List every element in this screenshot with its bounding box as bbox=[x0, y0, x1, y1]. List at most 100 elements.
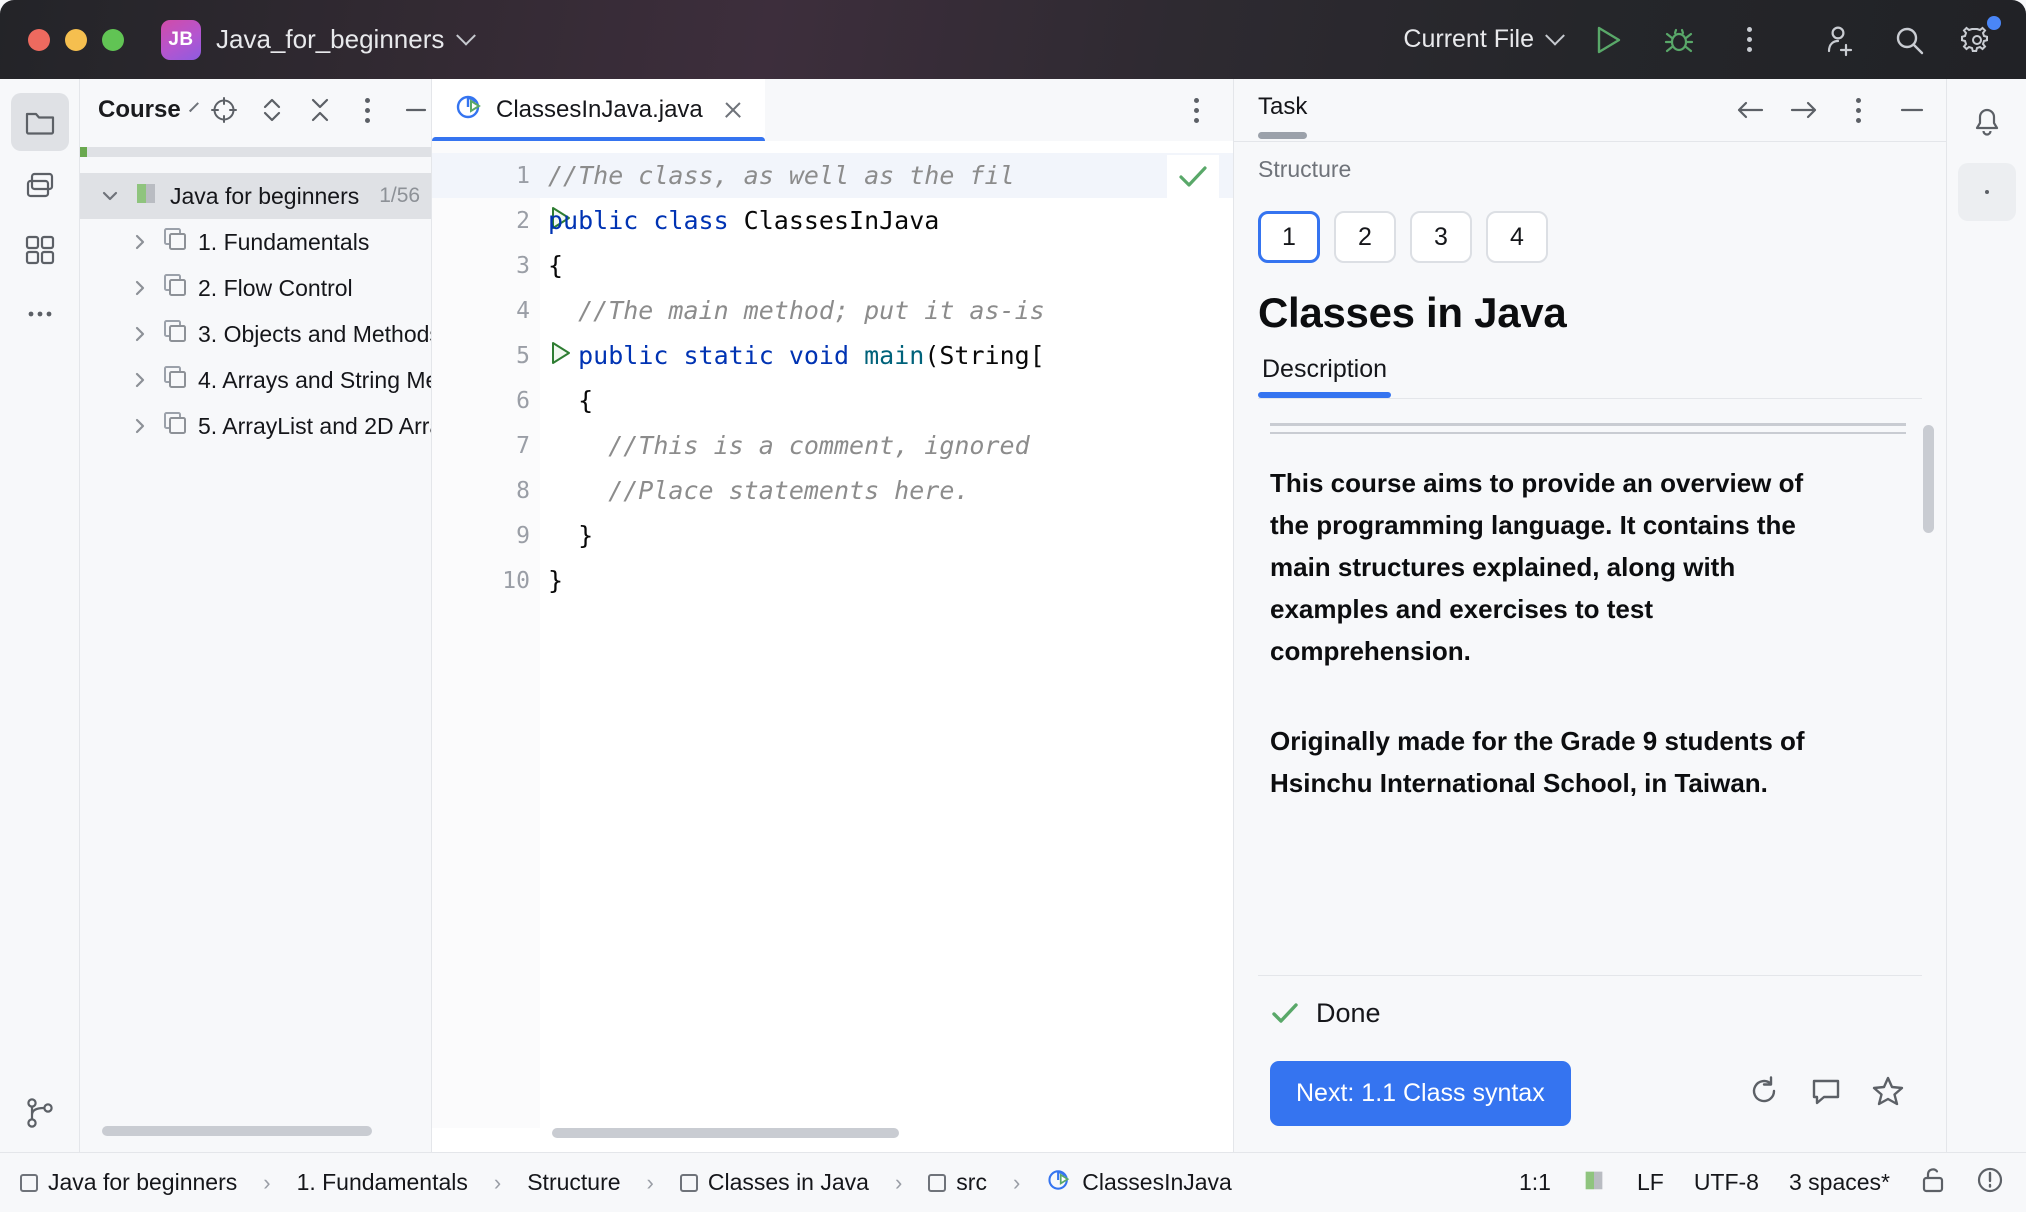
tree-row-lesson[interactable]: 2. Flow Control bbox=[80, 265, 431, 311]
code-line[interactable]: } bbox=[540, 558, 1233, 603]
minimize-window-button[interactable] bbox=[65, 28, 87, 51]
gutter-line[interactable]: 5 bbox=[432, 333, 570, 378]
gutter-line[interactable]: 9 bbox=[432, 513, 540, 558]
select-opened-file-button[interactable] bbox=[205, 91, 243, 129]
chevron-right-icon[interactable] bbox=[128, 325, 152, 343]
code-line[interactable]: public static void main (String[ bbox=[540, 333, 1233, 378]
tree-item-label: 4. Arrays and String Metho bbox=[198, 366, 431, 393]
read-only-toggle[interactable] bbox=[1920, 1166, 1946, 1200]
code-line[interactable]: //Place statements here. bbox=[540, 468, 1233, 513]
code-line[interactable]: //This is a comment, ignored bbox=[540, 423, 1233, 468]
project-selector[interactable]: JB Java_for_beginners bbox=[161, 19, 477, 60]
gutter-line[interactable]: 3 bbox=[432, 243, 540, 288]
tree-row-course-root[interactable]: Java for beginners 1/56 bbox=[80, 173, 431, 219]
code-editor[interactable]: 1 2 3 4 5 6 7 8 9 10 //The class, as well as the … bbox=[432, 141, 1233, 1128]
hide-panel-button[interactable] bbox=[397, 91, 435, 129]
task-vscrollbar[interactable] bbox=[1923, 425, 1934, 533]
tree-row-lesson[interactable]: 5. ArrayList and 2D Arrays bbox=[80, 403, 431, 449]
code-token: ClassesInJava bbox=[743, 206, 940, 235]
line-number: 3 bbox=[516, 252, 530, 279]
task-step-button[interactable]: 2 bbox=[1334, 211, 1396, 263]
breadcrumb-item[interactable]: src bbox=[928, 1169, 987, 1196]
chevron-right-icon[interactable] bbox=[128, 279, 152, 297]
task-step-button[interactable]: 1 bbox=[1258, 211, 1320, 263]
tab-task[interactable]: Task bbox=[1258, 93, 1308, 139]
task-more-button[interactable] bbox=[1838, 90, 1878, 130]
problems-indicator[interactable] bbox=[1976, 1166, 2004, 1200]
tab-structure[interactable]: Structure bbox=[1234, 141, 1946, 197]
editor-code[interactable]: //The class, as well as the fil public cl… bbox=[540, 141, 1233, 1128]
version-control-button[interactable] bbox=[0, 1096, 80, 1130]
sidebar-item-project[interactable] bbox=[10, 93, 69, 151]
editor-more-button[interactable] bbox=[1177, 91, 1215, 129]
run-button[interactable] bbox=[1586, 17, 1632, 63]
search-everywhere-button[interactable] bbox=[1886, 17, 1932, 63]
file-encoding[interactable]: UTF-8 bbox=[1694, 1169, 1759, 1196]
task-step-button[interactable]: 3 bbox=[1410, 211, 1472, 263]
gutter-line[interactable]: 8 bbox=[432, 468, 540, 513]
breadcrumb-item[interactable]: 1. Fundamentals bbox=[297, 1169, 468, 1196]
breadcrumb-item[interactable]: Structure bbox=[527, 1169, 620, 1196]
close-icon[interactable] bbox=[721, 98, 745, 122]
indent-setting[interactable]: 3 spaces* bbox=[1789, 1169, 1890, 1196]
code-line[interactable]: //The main method; put it as-is bbox=[540, 288, 1233, 333]
debug-button[interactable] bbox=[1656, 17, 1702, 63]
next-task-button-primary[interactable]: Next: 1.1 Class syntax bbox=[1270, 1061, 1571, 1126]
chevron-right-icon[interactable] bbox=[128, 233, 152, 251]
task-done-label: Done bbox=[1316, 998, 1381, 1028]
sidebar-item-more[interactable] bbox=[11, 285, 69, 343]
gutter-line[interactable]: 1 bbox=[432, 153, 540, 198]
tree-row-lesson[interactable]: 4. Arrays and String Metho bbox=[80, 357, 431, 403]
code-line[interactable]: { bbox=[540, 243, 1233, 288]
collapse-all-button[interactable] bbox=[301, 91, 339, 129]
course-panel-hscrollbar[interactable] bbox=[102, 1126, 409, 1136]
chevron-right-icon[interactable] bbox=[128, 371, 152, 389]
tree-row-lesson[interactable]: 3. Objects and Methods bbox=[80, 311, 431, 357]
editor-tab-classesinjava[interactable]: ClassesInJava.java bbox=[432, 79, 765, 144]
sidebar-item-structure[interactable] bbox=[11, 221, 69, 279]
breadcrumb-item[interactable]: ClassesInJava bbox=[1046, 1167, 1232, 1199]
gutter-line[interactable]: 7 bbox=[432, 423, 540, 468]
next-task-button[interactable] bbox=[1784, 90, 1824, 130]
breadcrumb-item[interactable]: Java for beginners bbox=[20, 1169, 237, 1196]
code-line[interactable]: { bbox=[540, 378, 1233, 423]
task-hide-button[interactable] bbox=[1892, 90, 1932, 130]
add-user-button[interactable] bbox=[1818, 17, 1864, 63]
expand-collapse-button[interactable] bbox=[253, 91, 291, 129]
decorative-rule bbox=[1270, 432, 1906, 434]
comment-button[interactable] bbox=[1810, 1075, 1842, 1112]
tab-description[interactable]: Description bbox=[1258, 343, 1392, 398]
hidden-tool-chip[interactable] bbox=[1957, 163, 2016, 221]
favorite-button[interactable] bbox=[1872, 1075, 1904, 1112]
sidebar-item-bookmarks[interactable] bbox=[11, 157, 69, 215]
course-panel-more-button[interactable] bbox=[349, 91, 387, 129]
previous-task-button[interactable] bbox=[1730, 90, 1770, 130]
line-separator[interactable]: LF bbox=[1637, 1169, 1664, 1196]
close-window-button[interactable] bbox=[28, 28, 50, 51]
maximize-window-button[interactable] bbox=[102, 28, 124, 51]
caret-position[interactable]: 1:1 bbox=[1519, 1169, 1551, 1196]
chevron-right-icon[interactable] bbox=[128, 417, 152, 435]
gutter-line[interactable]: 6 bbox=[432, 378, 540, 423]
course-book-icon[interactable] bbox=[1581, 1167, 1607, 1199]
gutter-line[interactable]: 2 bbox=[432, 198, 570, 243]
gutter-line[interactable]: 10 bbox=[432, 558, 540, 603]
notifications-button[interactable] bbox=[1958, 93, 2016, 151]
tree-row-lesson[interactable]: 1. Fundamentals bbox=[80, 219, 431, 265]
editor-gutter[interactable]: 1 2 3 4 5 6 7 8 9 10 bbox=[432, 141, 570, 1128]
code-line[interactable]: public class ClassesInJava bbox=[540, 198, 1233, 243]
run-configuration-selector[interactable]: Current File bbox=[1403, 25, 1565, 54]
gutter-line[interactable]: 4 bbox=[432, 288, 540, 333]
chevron-down-icon[interactable] bbox=[98, 187, 122, 205]
task-step-button[interactable]: 4 bbox=[1486, 211, 1548, 263]
inspection-status-widget[interactable] bbox=[1167, 155, 1219, 199]
code-line[interactable]: //The class, as well as the fil bbox=[540, 153, 1233, 198]
editor-hscrollbar[interactable] bbox=[552, 1128, 1219, 1138]
more-actions-button[interactable] bbox=[1726, 17, 1772, 63]
chevron-down-icon[interactable] bbox=[188, 102, 199, 113]
settings-button[interactable] bbox=[1954, 15, 2001, 63]
task-footer: Done Next: 1.1 Class syntax bbox=[1234, 975, 1946, 1152]
code-line[interactable]: } bbox=[540, 513, 1233, 558]
breadcrumb-item[interactable]: Classes in Java bbox=[679, 1169, 869, 1196]
reset-button[interactable] bbox=[1748, 1075, 1780, 1112]
